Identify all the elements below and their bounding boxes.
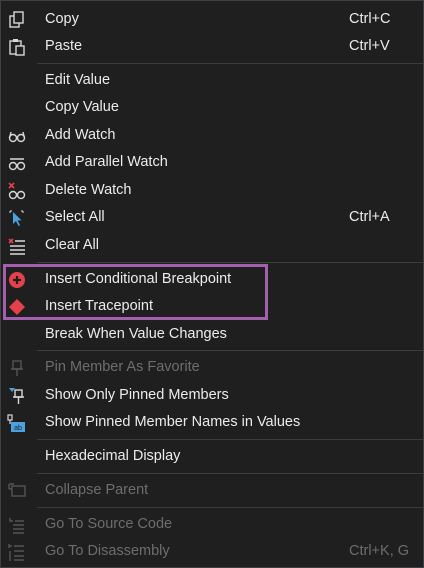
menu-item-go-to-disassembly: Go To Disassembly Ctrl+K, G <box>1 538 423 565</box>
separator <box>37 473 423 474</box>
parallel-watch-icon <box>7 153 27 173</box>
member-names-icon: ab <box>7 413 27 433</box>
menu-item-paste[interactable]: Paste Ctrl+V <box>1 33 423 60</box>
menu-item-show-pinned-member-names[interactable]: ab Show Pinned Member Names in Values <box>1 409 423 436</box>
filter-pin-icon <box>7 386 27 406</box>
separator <box>37 507 423 508</box>
menu-item-label: Add Watch <box>45 127 116 143</box>
menu-item-label: Clear All <box>45 237 99 253</box>
menu-item-add-watch[interactable]: Add Watch <box>1 122 423 149</box>
menu-item-pin-member-as-favorite: Pin Member As Favorite <box>1 354 423 381</box>
menu-item-hexadecimal-display[interactable]: Hexadecimal Display <box>1 443 423 470</box>
menu-item-label: Go To Source Code <box>45 516 173 532</box>
menu-item-label: Paste <box>45 38 83 54</box>
pin-icon <box>7 358 27 378</box>
menu-item-shortcut: Ctrl+V <box>349 38 390 54</box>
highlight-box <box>3 264 268 320</box>
delete-watch-icon <box>7 181 27 201</box>
glasses-icon <box>7 126 27 146</box>
clear-all-icon <box>7 236 27 256</box>
menu-item-shortcut: Ctrl+K, G <box>349 543 410 559</box>
menu-item-label: Go To Disassembly <box>45 543 170 559</box>
menu-item-break-when-value-changes[interactable]: Break When Value Changes <box>1 321 423 348</box>
menu-item-label: Show Only Pinned Members <box>45 387 229 403</box>
menu-item-label: Copy <box>45 11 79 27</box>
select-all-icon <box>7 208 27 228</box>
menu-item-copy-value[interactable]: Copy Value <box>1 94 423 121</box>
copy-icon <box>7 10 27 30</box>
menu-item-clear-all[interactable]: Clear All <box>1 232 423 259</box>
menu-item-delete-watch[interactable]: Delete Watch <box>1 177 423 204</box>
menu-item-collapse-parent: Collapse Parent <box>1 477 423 504</box>
menu-item-label: Hexadecimal Display <box>45 448 181 464</box>
menu-item-go-to-source-code: Go To Source Code <box>1 511 423 538</box>
separator <box>37 63 423 64</box>
source-code-icon <box>7 515 27 535</box>
menu-item-shortcut: Ctrl+A <box>349 209 390 225</box>
menu-item-label: Pin Member As Favorite <box>45 359 200 375</box>
menu-item-label: Select All <box>45 209 105 225</box>
collapse-parent-icon <box>7 481 27 501</box>
separator <box>37 350 423 351</box>
paste-icon <box>7 37 27 57</box>
menu-item-copy[interactable]: Copy Ctrl+C <box>1 6 423 33</box>
menu-item-shortcut: Ctrl+C <box>349 11 391 27</box>
menu-item-label: Edit Value <box>45 72 111 88</box>
menu-item-show-only-pinned-members[interactable]: Show Only Pinned Members <box>1 382 423 409</box>
context-menu: Copy Ctrl+C Paste Ctrl+V Edit Value Copy… <box>0 0 424 568</box>
disassembly-icon <box>7 542 27 562</box>
menu-item-edit-value[interactable]: Edit Value <box>1 67 423 94</box>
menu-item-label: Add Parallel Watch <box>45 154 168 170</box>
menu-item-add-parallel-watch[interactable]: Add Parallel Watch <box>1 149 423 176</box>
separator <box>37 262 423 263</box>
svg-text:ab: ab <box>14 425 22 432</box>
menu-item-label: Delete Watch <box>45 182 132 198</box>
menu-item-label: Show Pinned Member Names in Values <box>45 414 301 430</box>
menu-item-select-all[interactable]: Select All Ctrl+A <box>1 204 423 231</box>
menu-item-label: Collapse Parent <box>45 482 149 498</box>
menu-item-label: Break When Value Changes <box>45 326 227 342</box>
separator <box>37 439 423 440</box>
menu-item-label: Copy Value <box>45 99 119 115</box>
